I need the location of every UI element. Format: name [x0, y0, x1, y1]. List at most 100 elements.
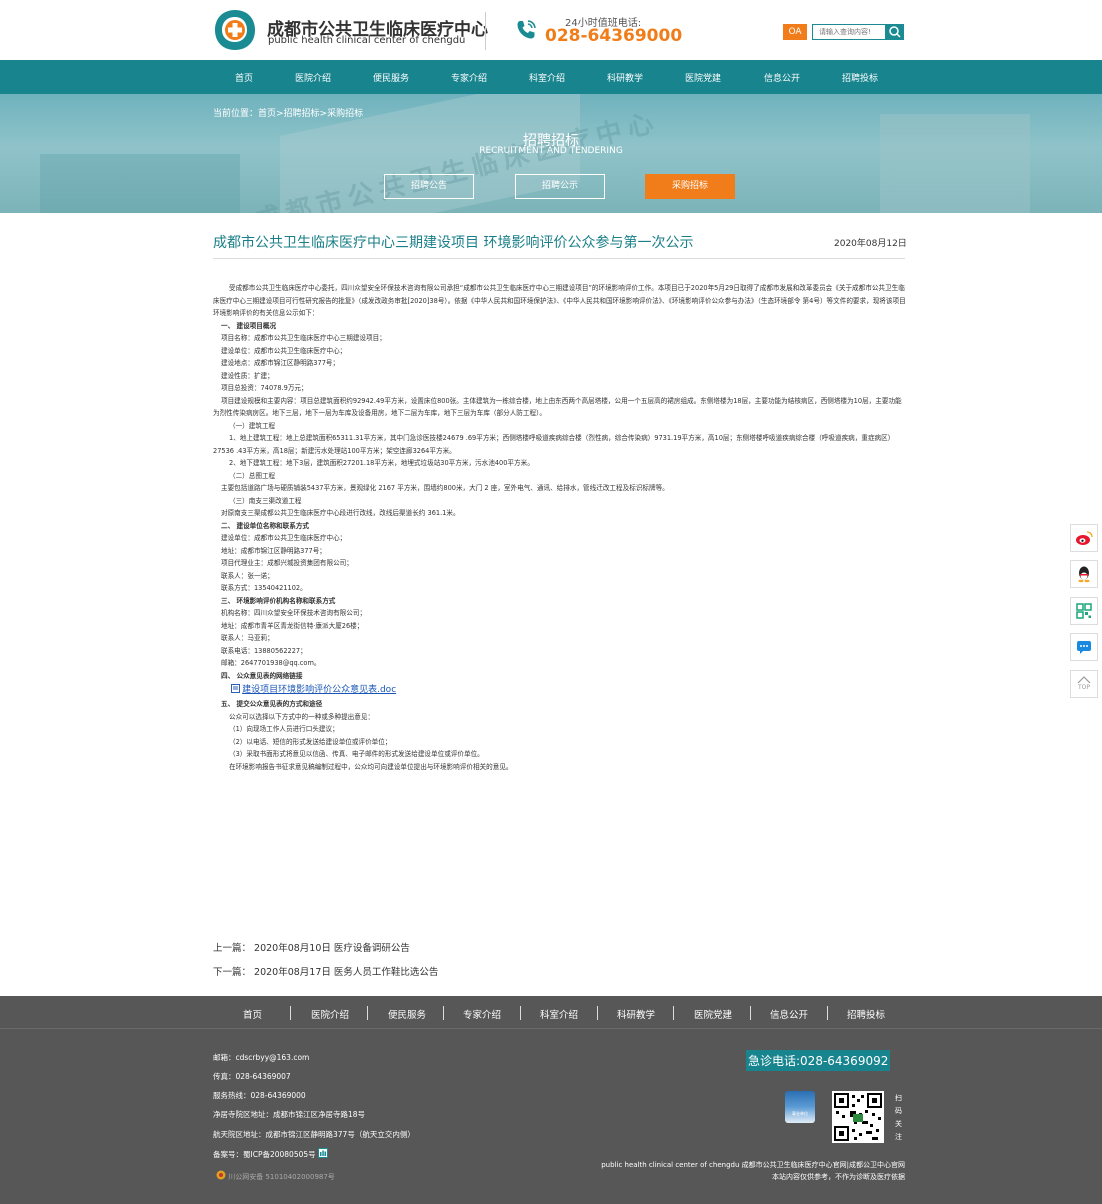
weibo-button[interactable]: [1070, 524, 1098, 552]
footer-disclaimer: 本站内容仅供参考，不作为诊断及医疗依据: [772, 1173, 905, 1181]
footer-nav-disclosure[interactable]: 信息公开: [770, 1007, 808, 1021]
chevron-up-icon: [1077, 676, 1091, 684]
s1-line: 建设地点：成都市锦江区静明路377号；: [221, 359, 340, 367]
tab-recruitment-publicity[interactable]: 招聘公示: [515, 174, 605, 199]
prev-article-link[interactable]: 上一篇： 2020年08月10日 医疗设备调研公告: [213, 940, 410, 954]
s3-line: 地址：成都市青羊区青龙街信特·康派大厦26楼；: [221, 621, 364, 630]
nav-item-recruitment[interactable]: 招聘投标: [842, 71, 878, 84]
wechat-qr-code: [832, 1091, 884, 1143]
nav-item-departments[interactable]: 科室介绍: [529, 71, 565, 84]
title-divider: [213, 258, 905, 259]
opinion-form-download-link[interactable]: 建设项目环境影响评价公众意见表.doc: [242, 685, 396, 695]
weibo-icon: [1076, 531, 1093, 545]
footer-fax: 传真：028-64369007: [213, 1072, 291, 1081]
oa-button[interactable]: OA: [783, 24, 807, 40]
s5-line: （2）以电话、短信的形式发送给建设单位或评价单位；: [229, 737, 392, 746]
footer-email: 邮箱：cdscrbyy@163.com: [213, 1053, 310, 1062]
public-institution-badge[interactable]: 事业单位: [785, 1091, 815, 1123]
nav-item-home[interactable]: 首页: [235, 71, 253, 84]
footer-nav-services[interactable]: 便民服务: [388, 1007, 426, 1021]
article-title: 成都市公共卫生临床医疗中心三期建设项目 环境影响评价公众参与第一次公示: [213, 235, 694, 251]
s1-line: 建设性质：扩建；: [221, 371, 274, 380]
header-divider: [485, 12, 486, 50]
footer-nav-experts[interactable]: 专家介绍: [463, 1007, 501, 1021]
icp-badge-icon: [318, 1148, 329, 1158]
s1-line: 项目总投资：74078.9万元；: [221, 384, 308, 392]
article-content: 受成都市公共卫生临床医疗中心委托，四川众望安全环保技术咨询有限公司承担“成都市公…: [213, 282, 908, 773]
subsection-3: （三）南支三渠改道工程: [229, 496, 302, 505]
section-2-title: 二、 建设单位名称和联系方式: [221, 521, 310, 530]
search-button[interactable]: [886, 24, 904, 40]
nav-item-experts[interactable]: 专家介绍: [451, 71, 487, 84]
top-label: TOP: [1077, 684, 1090, 691]
sub2-text: 主要包括道路广场与硬质铺装5437平方米，景观绿化 2167 平方米，围墙约80…: [221, 484, 669, 492]
footer-address-1: 净居寺院区地址：成都市锦江区净居寺路18号: [213, 1110, 366, 1119]
qr-caption: 扫码关注: [895, 1094, 902, 1141]
tab-procurement[interactable]: 采购招标: [645, 174, 735, 199]
hotline-number: 028-64369000: [545, 26, 683, 46]
footer-address-2: 航天院区地址：成都市锦江区静明路377号（航天立交内侧）: [213, 1130, 415, 1139]
section-5-title: 五、 提交公众意见表的方式和途径: [221, 700, 323, 708]
hospital-logo[interactable]: [213, 8, 257, 52]
qq-icon: [1078, 566, 1090, 583]
nav-item-about[interactable]: 医院介绍: [295, 71, 331, 84]
s3-line: 联系人：马亚莉；: [221, 634, 274, 642]
police-badge-icon: [216, 1170, 226, 1180]
breadcrumb: 当前位置：首页>招聘招标>采购招标: [213, 109, 364, 119]
subsection-1: （一）建筑工程: [229, 421, 276, 430]
s2-line: 地址：成都市锦江区静明路377号；: [221, 546, 326, 555]
sub3-text: 对原南支三渠成都公共卫生临床医疗中心段进行改线，改线后渠道长约 361.1米。: [221, 509, 460, 517]
nav-item-services[interactable]: 便民服务: [373, 71, 409, 84]
s3-line: 联系电话：13880562227；: [221, 646, 307, 655]
footer-nav-home[interactable]: 首页: [243, 1007, 262, 1021]
next-article-link[interactable]: 下一篇： 2020年08月17日 医务人员工作鞋比选公告: [213, 964, 438, 978]
search-icon: [889, 26, 901, 38]
footer-police-record[interactable]: 川公网安备 51010402000987号: [228, 1173, 335, 1181]
footer-nav-research[interactable]: 科研教学: [617, 1007, 655, 1021]
s2-line: 建设单位：成都市公共卫生临床医疗中心；: [221, 534, 347, 542]
nav-item-party[interactable]: 医院党建: [685, 71, 721, 84]
footer-nav-recruitment[interactable]: 招聘投标: [847, 1007, 885, 1021]
emergency-phone: 急诊电话:028-64369092: [746, 1050, 891, 1071]
s2-line: 联系方式：13540421102。: [221, 584, 307, 592]
tab-recruitment-notice[interactable]: 招聘公告: [384, 174, 474, 199]
section-3-title: 三、 环境影响评价机构名称和联系方式: [221, 596, 336, 605]
sub1-a: 1、地上建筑工程：地上总建筑面积65311.31平方米，其中门急诊医技楼2467…: [213, 434, 895, 455]
qr-code-button[interactable]: [1070, 597, 1098, 625]
section-1-title: 一、 建设项目概况: [221, 321, 277, 330]
s1-line: 项目名称：成都市公共卫生临床医疗中心三期建设项目；: [221, 334, 386, 342]
nav-item-disclosure[interactable]: 信息公开: [764, 71, 800, 84]
s3-line: 机构名称：四川众望安全环保技术咨询有限公司；: [221, 609, 367, 617]
footer-icp[interactable]: 备案号：蜀ICP备20080505号: [213, 1150, 316, 1159]
footer-site-title: public health clinical center of chengdu…: [601, 1161, 905, 1169]
site-header: 成都市公共卫生临床医疗中心 public health clinical cen…: [0, 0, 1102, 60]
qq-button[interactable]: [1070, 560, 1098, 588]
article-date: 2020年08月12日: [834, 239, 907, 249]
s5-line: （1）向现场工作人员进行口头建议；: [229, 725, 339, 733]
main-nav: 首页 医院介绍 便民服务 专家介绍 科室介绍 科研教学 医院党建 信息公开 招聘…: [0, 60, 1102, 94]
site-footer: 首页 医院介绍 便民服务 专家介绍 科室介绍 科研教学 医院党建 信息公开 招聘…: [0, 996, 1102, 1204]
section-4-title: 四、 公众意见表的网络链接: [221, 671, 303, 680]
message-button[interactable]: [1070, 633, 1098, 661]
s5-line: 公众可以选择以下方式中的一种或多种提出意见：: [229, 712, 375, 721]
page-banner: 成都市公共卫生临床医疗中心 当前位置：首页>招聘招标>采购招标 招聘招标 REC…: [0, 94, 1102, 213]
back-to-top-button[interactable]: TOP: [1070, 670, 1098, 698]
doc-file-icon: [231, 684, 240, 693]
sub1-b: 2、地下建筑工程：地下3层，建筑面积27201.18平方米，地埋式垃圾站30平方…: [229, 459, 534, 467]
phone-icon: [517, 20, 536, 39]
s5-line: （3）采取书面形式将意见以信函、传真、电子邮件的形式发送给建设单位或评价单位。: [229, 750, 484, 758]
qr-code-icon: [1076, 603, 1092, 619]
chat-icon: [1077, 641, 1091, 654]
intro-paragraph: 受成都市公共卫生临床医疗中心委托，四川众望安全环保技术咨询有限公司承担“成都市公…: [213, 284, 906, 317]
footer-nav-about[interactable]: 医院介绍: [311, 1007, 349, 1021]
s2-line: 项目代理业主：成都兴城投资集团有限公司；: [221, 559, 353, 567]
s2-line: 联系人：张一诺；: [221, 571, 274, 580]
nav-item-research[interactable]: 科研教学: [607, 71, 643, 84]
scale-paragraph: 项目建设规模和主要内容：项目总建筑面积约92942.49平方米，设置床位800张…: [213, 396, 902, 418]
search-input[interactable]: [812, 24, 886, 40]
footer-nav-party[interactable]: 医院党建: [694, 1007, 732, 1021]
subsection-2: （二）总图工程: [229, 471, 276, 480]
footer-nav-departments[interactable]: 科室介绍: [540, 1007, 578, 1021]
banner-subtitle: RECRUITMENT AND TENDERING: [479, 146, 623, 156]
logo-subtitle: public health clinical center of chengdu: [268, 35, 466, 46]
